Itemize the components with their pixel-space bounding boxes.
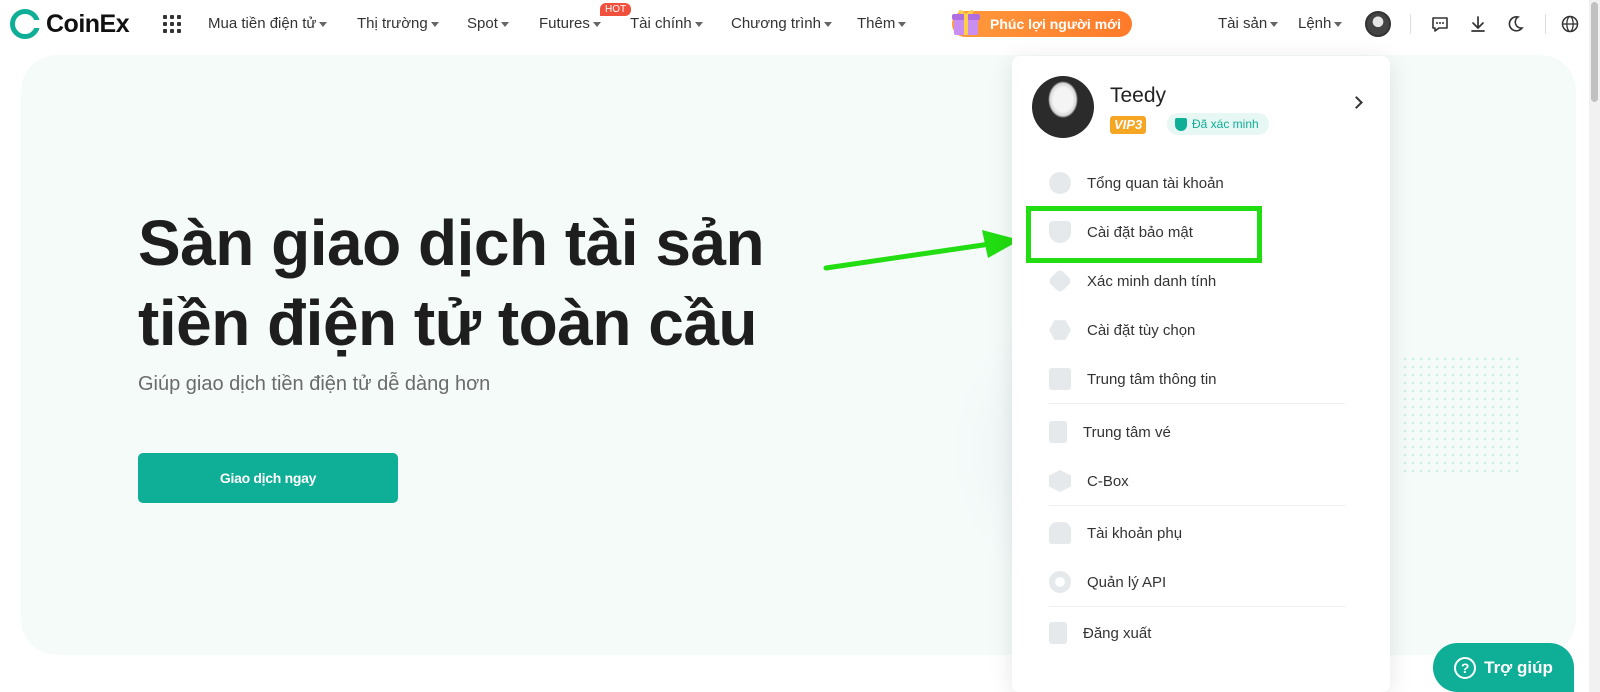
caret-down-icon [592, 21, 601, 27]
chevron-right-icon[interactable] [1350, 96, 1363, 109]
sub-account-icon [1049, 522, 1071, 544]
pie-chart-icon [1049, 172, 1071, 194]
user-name[interactable]: Teedy [1110, 84, 1166, 108]
scrollbar-thumb[interactable] [1591, 2, 1598, 102]
caret-down-icon [898, 21, 907, 27]
logo-text: CoinEx [46, 9, 130, 38]
menu-cbox[interactable]: C-Box [1049, 466, 1129, 496]
page-scrollbar[interactable] [1589, 0, 1600, 692]
dots-decoration [1401, 355, 1521, 475]
vip-badge: VIP3 [1110, 116, 1147, 134]
nav-finance[interactable]: Tài chính [630, 15, 703, 32]
caret-down-icon [430, 21, 439, 27]
nav-orders[interactable]: Lệnh [1298, 15, 1343, 32]
trade-now-button[interactable]: Giao dịch ngay [138, 453, 398, 503]
divider [1410, 14, 1411, 34]
annotation-arrow [823, 230, 1020, 271]
caret-down-icon [1270, 21, 1279, 27]
coinex-logo-icon [10, 9, 41, 39]
dark-mode-moon-icon[interactable] [1505, 14, 1525, 34]
help-button[interactable]: ? Trợ giúp [1433, 643, 1574, 692]
annotation-highlight-box [1026, 206, 1262, 263]
menu-message-center[interactable]: Trung tâm thông tin [1049, 364, 1217, 394]
caret-down-icon [500, 21, 509, 27]
nav-more[interactable]: Thêm [857, 15, 907, 32]
question-mark-icon: ? [1454, 656, 1477, 679]
menu-identity-verification[interactable]: Xác minh danh tính [1047, 266, 1216, 296]
gift-icon [952, 10, 980, 35]
menu-account-overview[interactable]: Tổng quan tài khoản [1049, 168, 1224, 198]
caret-down-icon [319, 21, 328, 27]
ticket-icon [1049, 421, 1067, 443]
menu-divider [1049, 505, 1345, 506]
menu-ticket-center[interactable]: Trung tâm vé [1049, 417, 1171, 447]
hero-title: Sàn giao dịch tài sản tiền điện tử toàn c… [138, 207, 765, 359]
message-icon[interactable] [1430, 14, 1450, 34]
menu-divider [1049, 606, 1345, 607]
nav-futures[interactable]: Futures [539, 15, 601, 32]
api-icon [1049, 571, 1071, 593]
verified-shield-icon [1175, 117, 1187, 131]
menu-logout[interactable]: Đăng xuất [1049, 618, 1151, 648]
caret-down-icon [823, 21, 832, 27]
menu-api-management[interactable]: Quản lý API [1049, 567, 1166, 597]
globe-language-icon[interactable] [1560, 14, 1580, 34]
divider [1545, 14, 1546, 34]
nav-assets[interactable]: Tài sản [1218, 15, 1279, 32]
id-diamond-icon [1047, 268, 1073, 294]
top-navigation: CoinEx Mua tiền điện tử Thị trường Spot … [0, 0, 1600, 48]
nav-programs[interactable]: Chương trình [731, 15, 832, 32]
nav-markets[interactable]: Thị trường [357, 15, 439, 32]
nav-spot[interactable]: Spot [467, 15, 509, 32]
account-dropdown: Teedy VIP3 Đã xác minh Tổng quan tài kho… [1012, 56, 1390, 692]
message-center-icon [1049, 368, 1071, 390]
hexagon-settings-icon [1049, 320, 1071, 340]
caret-down-icon [1334, 21, 1343, 27]
logout-icon [1049, 622, 1067, 644]
coinex-logo[interactable]: CoinEx [10, 9, 130, 39]
box-icon [1049, 470, 1071, 492]
hot-badge: HOT [600, 3, 632, 16]
user-avatar[interactable] [1365, 11, 1391, 37]
menu-sub-account[interactable]: Tài khoản phụ [1049, 518, 1182, 548]
caret-down-icon [694, 21, 703, 27]
download-icon[interactable] [1468, 14, 1488, 34]
verified-badge: Đã xác minh [1167, 113, 1269, 135]
menu-preferences[interactable]: Cài đặt tùy chọn [1049, 315, 1195, 345]
menu-divider [1049, 403, 1345, 404]
nav-buy-crypto[interactable]: Mua tiền điện tử [208, 15, 328, 32]
profile-avatar[interactable] [1032, 76, 1094, 138]
apps-grid-icon[interactable] [163, 15, 181, 33]
hero-subtitle: Giúp giao dịch tiền điện tử dễ dàng hơn [138, 373, 491, 395]
